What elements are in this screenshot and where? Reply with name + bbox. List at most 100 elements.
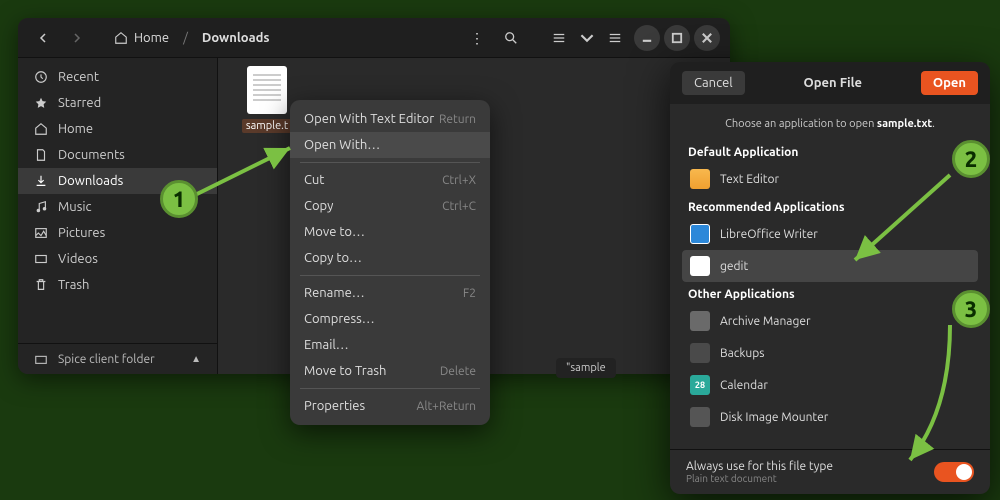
- view-dropdown-button[interactable]: [578, 23, 596, 53]
- sidebar-item-documents[interactable]: Documents: [18, 142, 217, 168]
- sidebar-item-starred[interactable]: Starred: [18, 90, 217, 116]
- hamburger-menu-button[interactable]: [600, 23, 630, 53]
- dialog-footer: Always use for this file type Plain text…: [670, 449, 990, 494]
- document-icon: [34, 148, 48, 162]
- ctx-label: Cut: [304, 173, 324, 187]
- breadcrumb: Home / Downloads: [104, 27, 460, 49]
- music-icon: [34, 200, 48, 214]
- section-recommended: Recommended Applications: [682, 195, 978, 218]
- ctx-properties[interactable]: PropertiesAlt+Return: [290, 393, 490, 419]
- filename-tooltip: "sample: [556, 358, 616, 378]
- minimize-button[interactable]: [634, 25, 660, 51]
- file-item[interactable]: sample.t: [238, 66, 296, 133]
- breadcrumb-current[interactable]: Downloads: [192, 27, 280, 49]
- ctx-copy-to[interactable]: Copy to…: [290, 245, 490, 271]
- maximize-button[interactable]: [664, 25, 690, 51]
- ctx-separator: [300, 275, 480, 276]
- sidebar-item-home[interactable]: Home: [18, 116, 217, 142]
- maximize-icon: [670, 31, 684, 45]
- home-icon: [114, 31, 128, 45]
- sidebar-item-label: Starred: [58, 96, 101, 110]
- open-button[interactable]: Open: [921, 71, 978, 95]
- app-label: Calendar: [720, 379, 768, 392]
- ctx-shortcut: F2: [463, 287, 476, 300]
- ctx-shortcut: Alt+Return: [417, 400, 476, 413]
- titlebar: Home / Downloads ⋮: [18, 18, 730, 58]
- sidebar-item-spice[interactable]: Spice client folder ▲: [18, 343, 217, 374]
- sidebar-item-videos[interactable]: Videos: [18, 246, 217, 272]
- ctx-open-with[interactable]: Open With…: [290, 132, 490, 158]
- ctx-cut[interactable]: Cut Ctrl+X: [290, 167, 490, 193]
- app-label: Text Editor: [720, 173, 779, 186]
- dialog-title: Open File: [745, 76, 921, 90]
- always-use-toggle[interactable]: [934, 462, 974, 482]
- ctx-move-to[interactable]: Move to…: [290, 219, 490, 245]
- ctx-label: Open With…: [304, 138, 380, 152]
- application-list[interactable]: Default Application Text Editor Recommen…: [670, 140, 990, 449]
- breadcrumb-home[interactable]: Home: [104, 27, 179, 49]
- sidebar-item-label: Spice client folder: [58, 353, 155, 366]
- ctx-open-with-text-editor[interactable]: Open With Text EditorReturn: [290, 106, 490, 132]
- minimize-icon: [640, 31, 654, 45]
- app-backups[interactable]: Backups: [682, 337, 978, 369]
- app-label: Archive Manager: [720, 315, 811, 328]
- search-button[interactable]: [496, 23, 526, 53]
- sidebar-item-label: Documents: [58, 148, 125, 162]
- chevron-left-icon: [38, 33, 48, 43]
- annotation-badge-2: 2: [952, 140, 990, 178]
- path-menu-button[interactable]: ⋮: [462, 23, 492, 53]
- ctx-copy[interactable]: Copy Ctrl+C: [290, 193, 490, 219]
- trash-icon: [34, 278, 48, 292]
- eject-icon[interactable]: ▲: [191, 353, 201, 365]
- app-calendar[interactable]: 28 Calendar: [682, 369, 978, 401]
- ctx-label: Move to Trash: [304, 364, 386, 378]
- gedit-icon: [690, 256, 710, 276]
- app-label: Disk Image Mounter: [720, 411, 828, 424]
- download-icon: [34, 174, 48, 188]
- sidebar-item-label: Music: [58, 200, 92, 214]
- app-archive-manager[interactable]: Archive Manager: [682, 305, 978, 337]
- open-file-dialog: Cancel Open File Open Choose an applicat…: [670, 62, 990, 494]
- app-label: Backups: [720, 347, 765, 360]
- text-file-icon: [247, 66, 287, 114]
- forward-button[interactable]: [63, 24, 91, 52]
- sidebar: Recent Starred Home Documents Downloads …: [18, 58, 218, 374]
- ctx-shortcut: Ctrl+C: [442, 200, 476, 213]
- view-list-button[interactable]: [544, 23, 574, 53]
- home-icon: [34, 122, 48, 136]
- close-icon: [700, 31, 714, 45]
- clock-icon: [34, 70, 48, 84]
- back-button[interactable]: [29, 24, 57, 52]
- sidebar-item-label: Home: [58, 122, 93, 136]
- sidebar-item-label: Pictures: [58, 226, 105, 240]
- sidebar-item-trash[interactable]: Trash: [18, 272, 217, 298]
- close-button[interactable]: [694, 25, 720, 51]
- ctx-email[interactable]: Email…: [290, 332, 490, 358]
- disk-image-mounter-icon: [690, 407, 710, 427]
- ctx-label: Copy: [304, 199, 333, 213]
- app-gedit[interactable]: gedit: [682, 250, 978, 282]
- ctx-shortcut: Delete: [440, 365, 476, 378]
- sidebar-item-label: Recent: [58, 70, 99, 84]
- app-text-editor[interactable]: Text Editor: [682, 163, 978, 195]
- sidebar-item-pictures[interactable]: Pictures: [18, 220, 217, 246]
- search-icon: [504, 31, 518, 45]
- ctx-rename[interactable]: Rename…F2: [290, 280, 490, 306]
- dialog-header: Cancel Open File Open: [670, 62, 990, 104]
- breadcrumb-separator: /: [183, 31, 188, 45]
- ctx-separator: [300, 162, 480, 163]
- text-editor-icon: [690, 169, 710, 189]
- app-disk-image-mounter[interactable]: Disk Image Mounter: [682, 401, 978, 433]
- ctx-shortcut: Return: [439, 113, 476, 126]
- ctx-shortcut: Ctrl+X: [442, 174, 476, 187]
- cancel-button[interactable]: Cancel: [682, 71, 745, 95]
- ctx-compress[interactable]: Compress…: [290, 306, 490, 332]
- ctx-label: Compress…: [304, 312, 375, 326]
- app-libreoffice-writer[interactable]: LibreOffice Writer: [682, 218, 978, 250]
- backups-icon: [690, 343, 710, 363]
- chevron-down-icon: [580, 31, 594, 45]
- calendar-icon: 28: [690, 375, 710, 395]
- ctx-move-to-trash[interactable]: Move to Trash Delete: [290, 358, 490, 384]
- ctx-label: Copy to…: [304, 251, 362, 265]
- sidebar-item-recent[interactable]: Recent: [18, 64, 217, 90]
